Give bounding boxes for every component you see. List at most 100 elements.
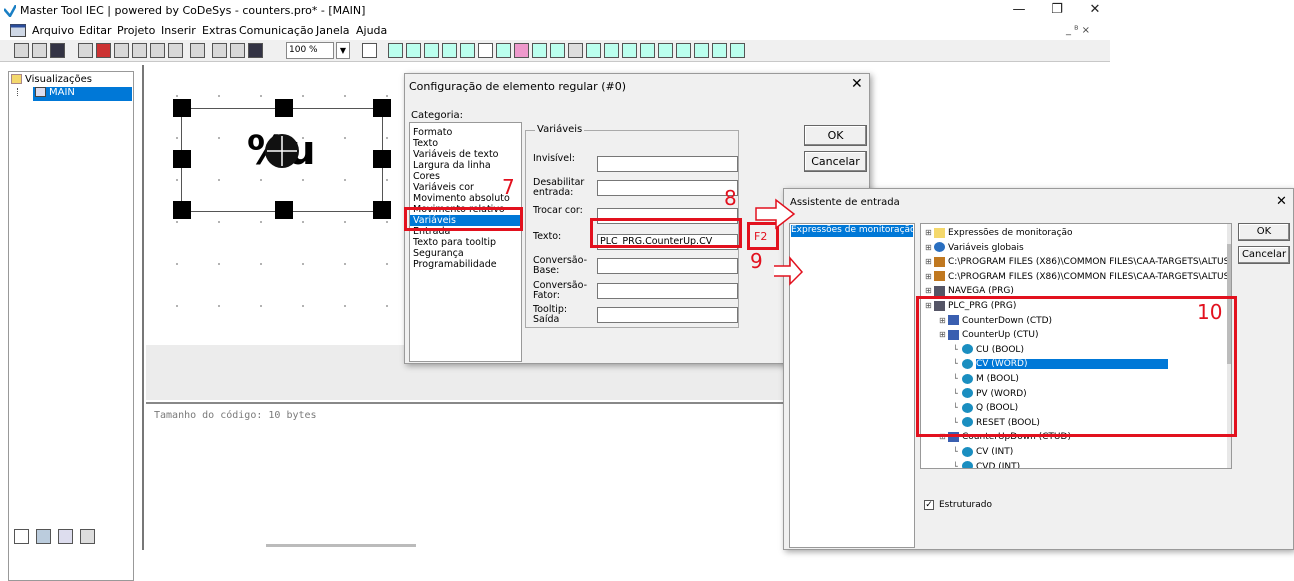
select-pointer-icon[interactable] <box>362 43 377 58</box>
assistant-cancel-button[interactable]: Cancelar <box>1238 246 1290 264</box>
scrollbar-tool-icon[interactable] <box>712 43 727 58</box>
alarm-table-tool-icon[interactable] <box>676 43 691 58</box>
restore-button[interactable]: ❐ <box>1038 0 1076 22</box>
ellipse-tool-icon[interactable] <box>424 43 439 58</box>
menu-editar[interactable]: Editar <box>79 24 112 37</box>
resize-handle-top-right[interactable] <box>373 99 391 117</box>
menu-extras[interactable]: Extras <box>202 24 237 37</box>
category-item[interactable]: Segurança <box>410 248 521 259</box>
tree-row[interactable]: └ CVD (INT) <box>925 459 1020 468</box>
expand-toggle-icon[interactable]: ⊞ <box>925 240 934 255</box>
mdi-window-controls[interactable]: _ ᴮ × <box>1066 25 1090 36</box>
config-dialog-close-icon[interactable]: ✕ <box>851 76 863 92</box>
category-item[interactable]: Largura da linha <box>410 160 521 171</box>
expand-toggle-icon[interactable]: ⊞ <box>925 269 934 284</box>
tree-row[interactable]: ⊞ Expressões de monitoração <box>925 225 1073 240</box>
pie-tool-icon[interactable] <box>496 43 511 58</box>
expressions-category-item[interactable]: Expressões de monitoração <box>791 225 913 237</box>
tree-item-visualizacoes[interactable]: Visualizações <box>11 74 92 85</box>
field-input[interactable] <box>597 283 738 299</box>
resize-handle-left[interactable] <box>173 150 191 168</box>
debug-icon[interactable] <box>168 43 183 58</box>
field-input[interactable] <box>597 156 738 172</box>
resize-handle-bottom[interactable] <box>275 201 293 219</box>
trend-tool-icon[interactable] <box>694 43 709 58</box>
tree-row[interactable]: ⊞ C:\PROGRAM FILES (X86)\COMMON FILES\CAA… <box>925 254 1231 269</box>
structured-checkbox[interactable]: ✓ <box>924 500 934 510</box>
category-item[interactable]: Texto para tooltip <box>410 237 521 248</box>
field-input[interactable] <box>597 258 738 274</box>
rectangle-tool-icon[interactable] <box>388 43 403 58</box>
horizontal-scrollbar[interactable] <box>266 544 416 547</box>
minimize-button[interactable]: — <box>1000 0 1038 22</box>
cancel-button[interactable]: Cancelar <box>804 151 867 172</box>
open-file-icon[interactable] <box>32 43 47 58</box>
field-input[interactable] <box>597 180 738 196</box>
stop-icon[interactable] <box>96 43 111 58</box>
resize-handle-bottom-left[interactable] <box>173 201 191 219</box>
menu-inserir[interactable]: Inserir <box>161 24 196 37</box>
tab-visualizations-icon[interactable] <box>58 529 73 544</box>
button-tool-icon[interactable] <box>550 43 565 58</box>
tab-pou-icon[interactable] <box>14 529 29 544</box>
field-input[interactable] <box>597 307 738 323</box>
resize-handle-top-left[interactable] <box>173 99 191 117</box>
resize-handle-right[interactable] <box>373 150 391 168</box>
category-item[interactable]: Texto <box>410 138 521 149</box>
cut-icon[interactable] <box>212 43 227 58</box>
new-file-icon[interactable] <box>14 43 29 58</box>
bitmap-tool-icon[interactable] <box>514 43 529 58</box>
polygon-tool-icon[interactable] <box>442 43 457 58</box>
var-icon <box>962 446 973 457</box>
save-icon[interactable] <box>50 43 65 58</box>
meter-tool-icon[interactable] <box>622 43 637 58</box>
tree-row[interactable]: ⊞ Variáveis globais <box>925 240 1024 255</box>
category-item[interactable]: Formato <box>410 127 521 138</box>
tab-data-types-icon[interactable] <box>36 529 51 544</box>
table-tool-icon[interactable] <box>586 43 601 58</box>
expand-toggle-icon[interactable]: ⊞ <box>925 225 934 240</box>
step-icon[interactable] <box>132 43 147 58</box>
breakpoint-icon[interactable] <box>150 43 165 58</box>
menu-projeto[interactable]: Projeto <box>117 24 155 37</box>
zoom-dropdown-chevron-icon[interactable]: ▼ <box>336 42 350 59</box>
zoom-select[interactable]: 100 % <box>286 42 334 59</box>
copy-icon[interactable] <box>230 43 245 58</box>
assistant-ok-button[interactable]: OK <box>1238 223 1290 241</box>
menu-arquivo[interactable]: Arquivo <box>32 24 74 37</box>
menu-janela[interactable]: Janela <box>316 24 350 37</box>
online-icon[interactable] <box>190 43 205 58</box>
activex-tool-icon[interactable] <box>604 43 619 58</box>
input-assistant-close-icon[interactable]: ✕ <box>1276 194 1287 209</box>
tree-line: └ <box>953 447 958 456</box>
variables-group-label: Variáveis <box>535 124 585 135</box>
tree-item-main[interactable]: MAIN <box>33 87 132 101</box>
curve-tool-icon[interactable] <box>478 43 493 58</box>
slider-tool-icon[interactable] <box>730 43 745 58</box>
resize-handle-bottom-right[interactable] <box>373 201 391 219</box>
folder-icon <box>934 227 945 238</box>
windows-element-tool-icon[interactable] <box>568 43 583 58</box>
visualization-tool-icon[interactable] <box>532 43 547 58</box>
mdi-document-icon[interactable] <box>10 24 26 37</box>
category-list[interactable]: Formato Texto Variáveis de texto Largura da… <box>409 122 522 362</box>
resize-handle-top[interactable] <box>275 99 293 117</box>
category-item[interactable]: Variáveis de texto <box>410 149 521 160</box>
rounded-rect-tool-icon[interactable] <box>406 43 421 58</box>
close-button[interactable]: ✕ <box>1076 0 1114 22</box>
menu-ajuda[interactable]: Ajuda <box>356 24 387 37</box>
login-icon[interactable] <box>78 43 93 58</box>
category-item[interactable]: Programabilidade <box>410 259 521 270</box>
tree-row[interactable]: └ CV (INT) <box>925 444 1013 459</box>
code-size-message: Tamanho do código: 10 bytes <box>154 410 317 421</box>
paste-icon[interactable] <box>248 43 263 58</box>
polyline-tool-icon[interactable] <box>460 43 475 58</box>
ok-button[interactable]: OK <box>804 125 867 146</box>
bar-display-tool-icon[interactable] <box>640 43 655 58</box>
run-icon[interactable] <box>114 43 129 58</box>
tree-row[interactable]: ⊞ C:\PROGRAM FILES (X86)\COMMON FILES\CAA… <box>925 269 1231 284</box>
tab-resources-icon[interactable] <box>80 529 95 544</box>
histogram-tool-icon[interactable] <box>658 43 673 58</box>
menu-comunicacao[interactable]: Comunicação <box>239 24 313 37</box>
expand-toggle-icon[interactable]: ⊞ <box>925 254 934 269</box>
